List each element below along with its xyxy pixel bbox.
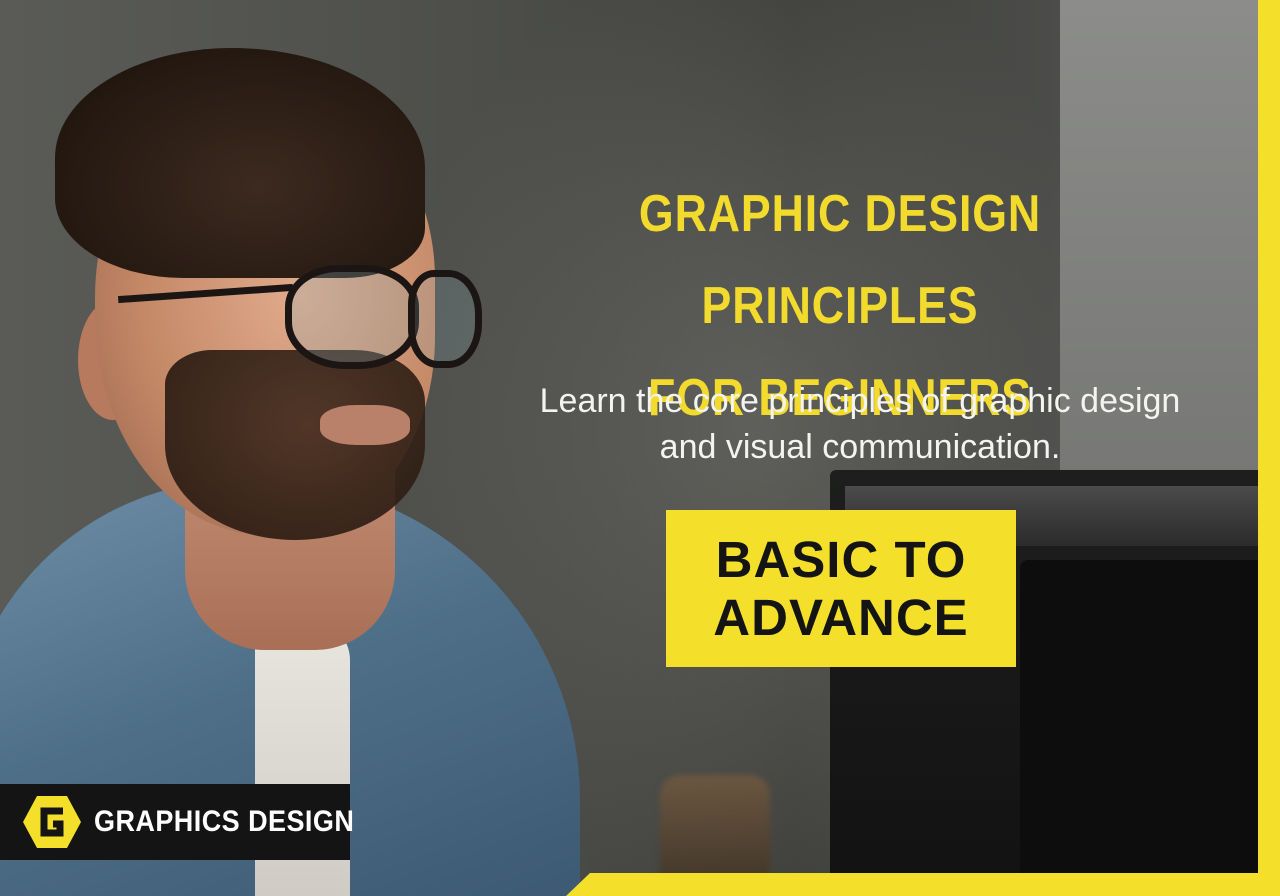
mouth: [320, 405, 410, 445]
glasses-lens-right: [408, 270, 482, 368]
glasses-lens-left: [285, 265, 419, 369]
brand-tag: GRAPHICS DESIGN: [0, 784, 354, 860]
badge-line-2: ADVANCE: [713, 588, 969, 646]
second-monitor-image: [1020, 560, 1270, 890]
headline-line-1: GRAPHIC DESIGN PRINCIPLES: [638, 185, 1042, 335]
beard: [165, 350, 425, 540]
course-banner: GRAPHIC DESIGN PRINCIPLES FOR BEGINNERS …: [0, 0, 1280, 896]
yellow-frame-bottom: [566, 873, 1280, 896]
hair: [55, 48, 425, 278]
subtitle-line-1: Learn the core principles of graphic des…: [539, 382, 1181, 420]
level-badge: BASIC TO ADVANCE: [666, 510, 1016, 667]
subtitle: Learn the core principles of graphic des…: [460, 378, 1260, 470]
brand-name: GRAPHICS DESIGN: [94, 805, 355, 838]
subtitle-line-2: and visual communication.: [659, 428, 1061, 466]
hexagon-g-logo-icon: [22, 794, 82, 850]
badge-line-1: BASIC TO: [715, 530, 967, 588]
yellow-frame-right: [1258, 0, 1280, 896]
